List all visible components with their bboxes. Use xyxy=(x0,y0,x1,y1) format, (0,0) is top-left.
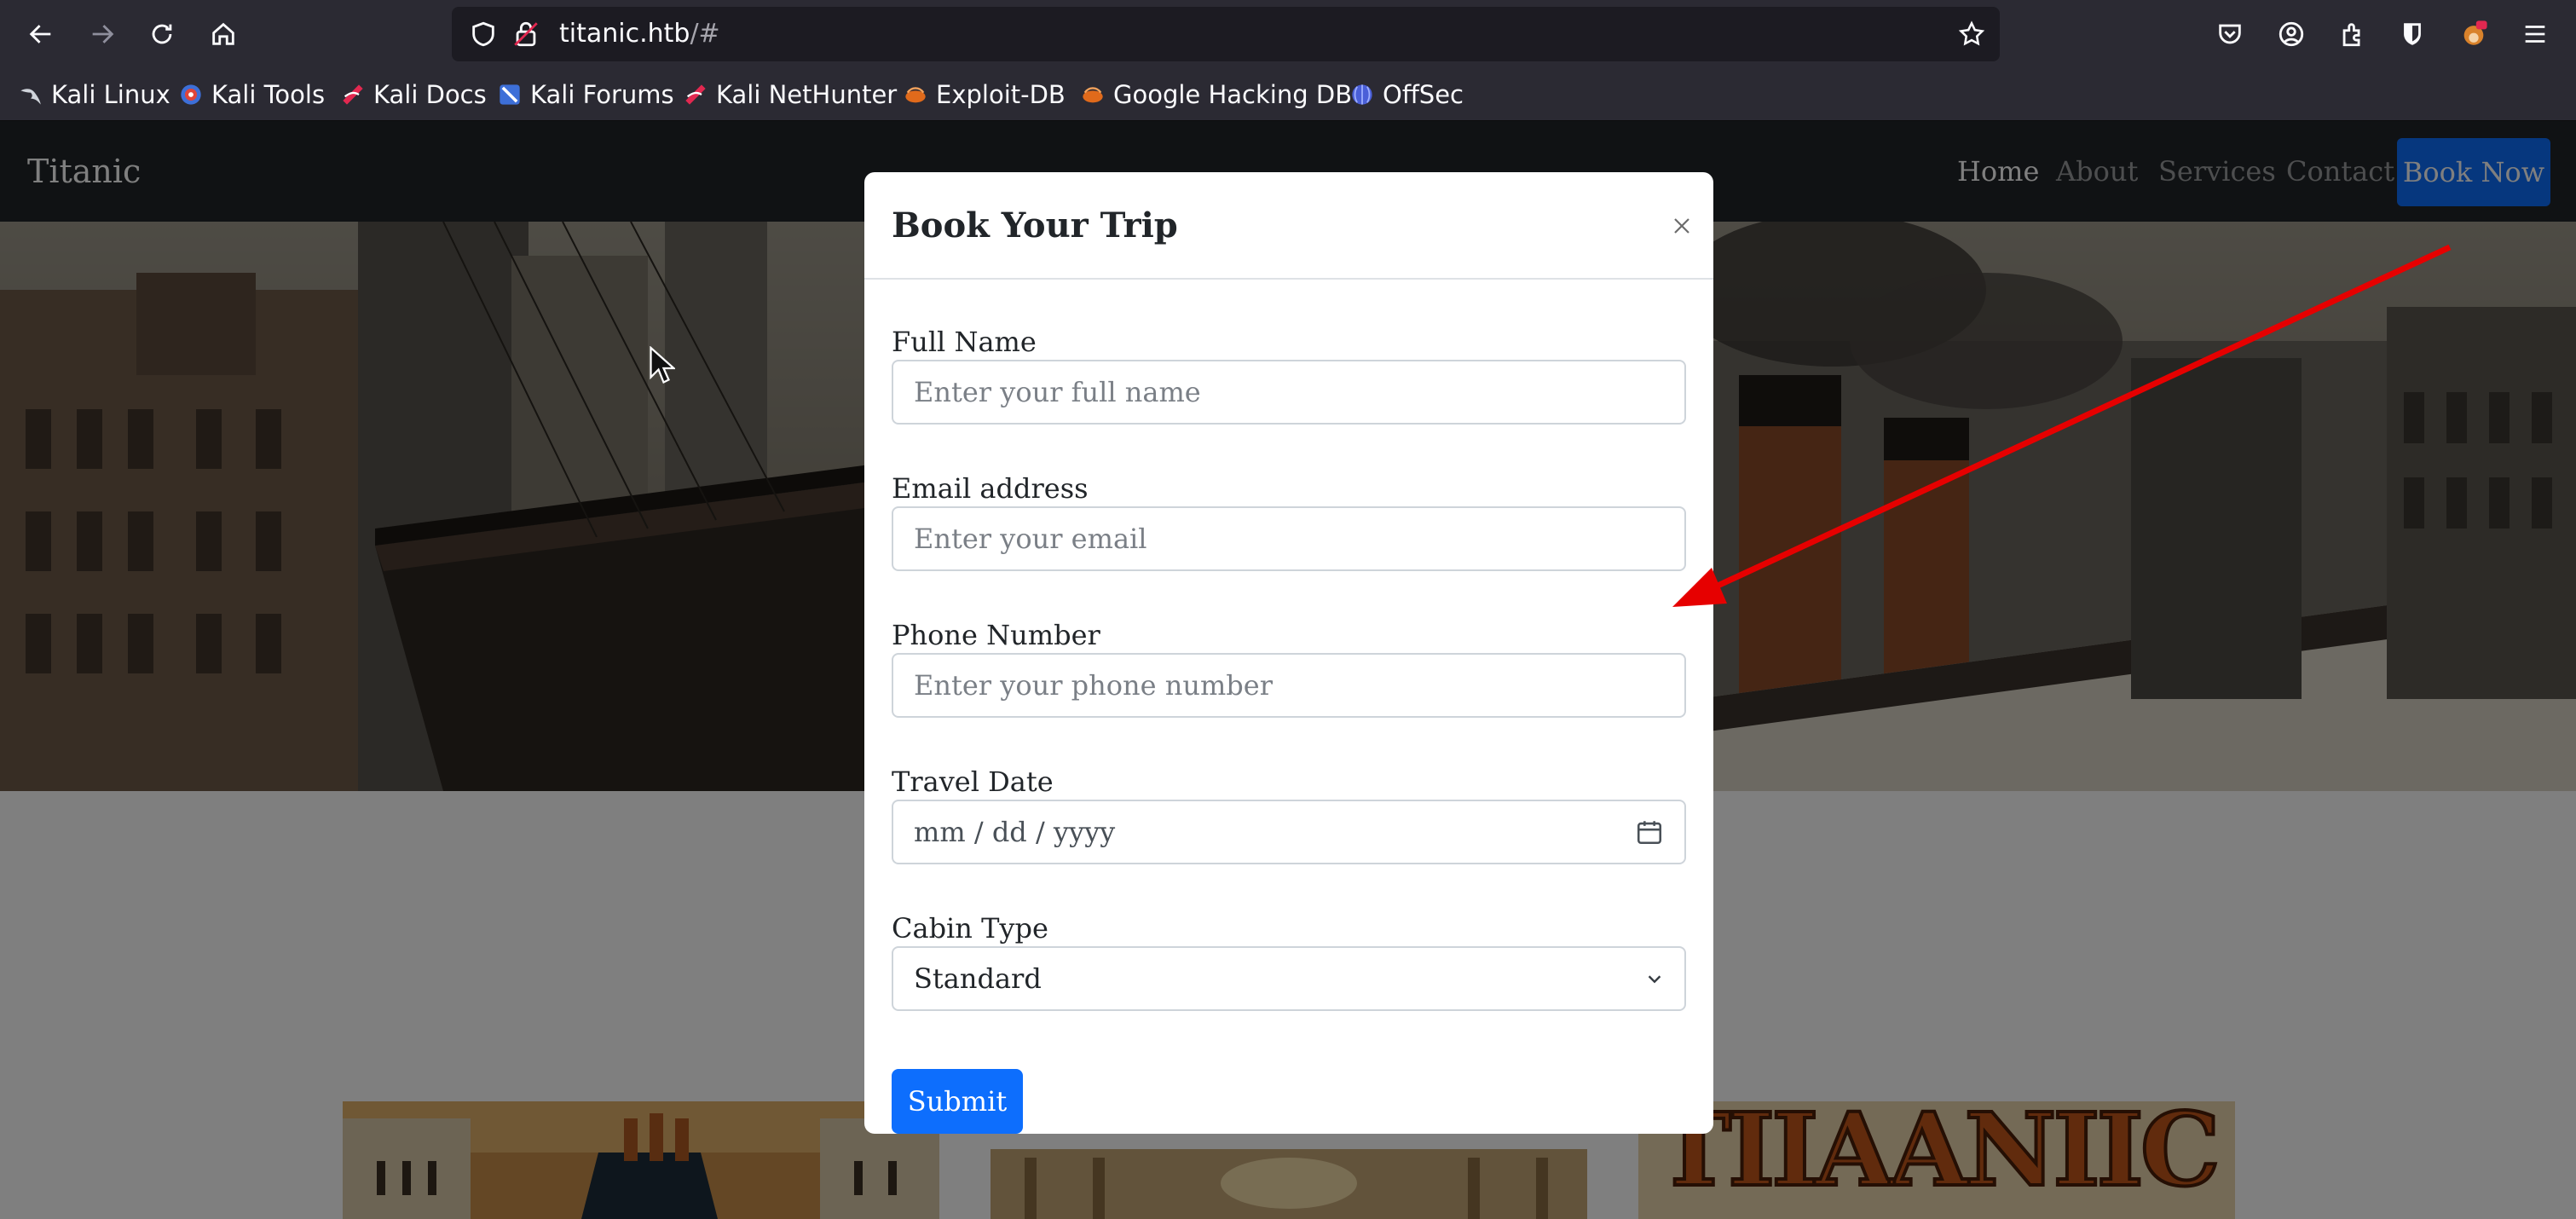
forward-button[interactable] xyxy=(82,14,123,55)
cabin-type-value: Standard xyxy=(914,962,1042,995)
foxyproxy-button[interactable] xyxy=(2453,14,2494,55)
bookmark-kali-tools[interactable]: Kali Tools xyxy=(179,68,325,121)
back-arrow-icon xyxy=(29,25,51,43)
mouse-cursor-icon xyxy=(650,346,675,384)
shield-icon[interactable] xyxy=(469,20,498,49)
modal-header: Book Your Trip xyxy=(864,172,1713,280)
kali-tools-icon xyxy=(181,84,201,105)
full-name-field-box xyxy=(892,360,1686,425)
kali-dragon-icon xyxy=(20,89,41,105)
pocket-icon xyxy=(2219,24,2241,44)
bookmark-kali-linux[interactable]: Kali Linux xyxy=(19,68,170,121)
phone-field-box xyxy=(892,653,1686,718)
bookmark-kali-nethunter[interactable]: Kali NetHunter xyxy=(684,68,897,121)
kali-forums-icon xyxy=(500,84,520,105)
url-text: titanic.htb/# xyxy=(559,19,720,49)
modal-title: Book Your Trip xyxy=(892,205,1178,246)
home-icon xyxy=(212,22,234,45)
chevron-down-icon xyxy=(1648,975,1661,984)
bookmark-kali-forums[interactable]: Kali Forums xyxy=(498,68,674,121)
bookmark-star-icon[interactable] xyxy=(1957,20,1986,49)
account-icon xyxy=(2279,21,2304,47)
kali-nethunter-icon xyxy=(685,84,706,105)
close-icon xyxy=(1674,218,1689,234)
bookmark-kali-docs[interactable]: Kali Docs xyxy=(341,68,487,121)
travel-date-label: Travel Date xyxy=(892,765,1054,798)
home-button[interactable] xyxy=(203,14,244,55)
email-field-box xyxy=(892,506,1686,571)
phone-input[interactable] xyxy=(914,669,1664,702)
email-label: Email address xyxy=(892,472,1089,505)
bookmark-exploit-db[interactable]: Exploit-DB xyxy=(904,68,1066,121)
bookmark-google-hacking-db[interactable]: Google Hacking DB xyxy=(1081,68,1352,121)
bookmark-offsec[interactable]: OffSec xyxy=(1350,68,1464,121)
bookmarks-toolbar: Kali Linux Kali Tools Kali Docs Kali For… xyxy=(0,68,2576,121)
modal-close-button[interactable] xyxy=(1664,208,1700,244)
email-input[interactable] xyxy=(914,523,1664,555)
full-name-input[interactable] xyxy=(914,376,1664,408)
cabin-type-label: Cabin Type xyxy=(892,912,1048,945)
travel-date-input[interactable]: mm / dd / yyyy xyxy=(892,800,1686,864)
calendar-icon[interactable] xyxy=(1635,817,1664,846)
account-button[interactable] xyxy=(2271,14,2312,55)
hamburger-menu-icon xyxy=(2525,26,2545,43)
back-button[interactable] xyxy=(20,14,61,55)
exploit-db-icon xyxy=(905,87,926,103)
ghdb-icon xyxy=(1083,87,1103,103)
cabin-type-select[interactable]: Standard xyxy=(892,946,1686,1011)
forward-arrow-icon xyxy=(92,25,114,43)
menu-button[interactable] xyxy=(2515,14,2556,55)
phone-label: Phone Number xyxy=(892,619,1100,651)
reload-icon xyxy=(152,24,172,44)
puzzle-icon xyxy=(2342,23,2360,47)
bitwarden-button[interactable] xyxy=(2392,14,2433,55)
full-name-label: Full Name xyxy=(892,326,1037,358)
submit-button[interactable]: Submit xyxy=(892,1069,1023,1134)
web-page: Titanic Home About Services Contact Book… xyxy=(0,121,2576,1219)
url-bar[interactable]: titanic.htb/# xyxy=(452,7,2000,61)
booking-modal: Book Your Trip Full Name Email address P… xyxy=(864,172,1713,1134)
pocket-button[interactable] xyxy=(2209,14,2250,55)
fox-extension-icon xyxy=(2463,20,2487,45)
extensions-button[interactable] xyxy=(2332,14,2373,55)
insecure-lock-icon[interactable] xyxy=(511,20,540,49)
bitwarden-shield-icon xyxy=(2404,23,2421,45)
offsec-icon xyxy=(1352,84,1372,105)
reload-button[interactable] xyxy=(142,14,182,55)
travel-date-placeholder: mm / dd / yyyy xyxy=(914,816,1116,848)
kali-docs-icon xyxy=(343,84,363,105)
browser-toolbar: titanic.htb/# xyxy=(0,0,2576,68)
